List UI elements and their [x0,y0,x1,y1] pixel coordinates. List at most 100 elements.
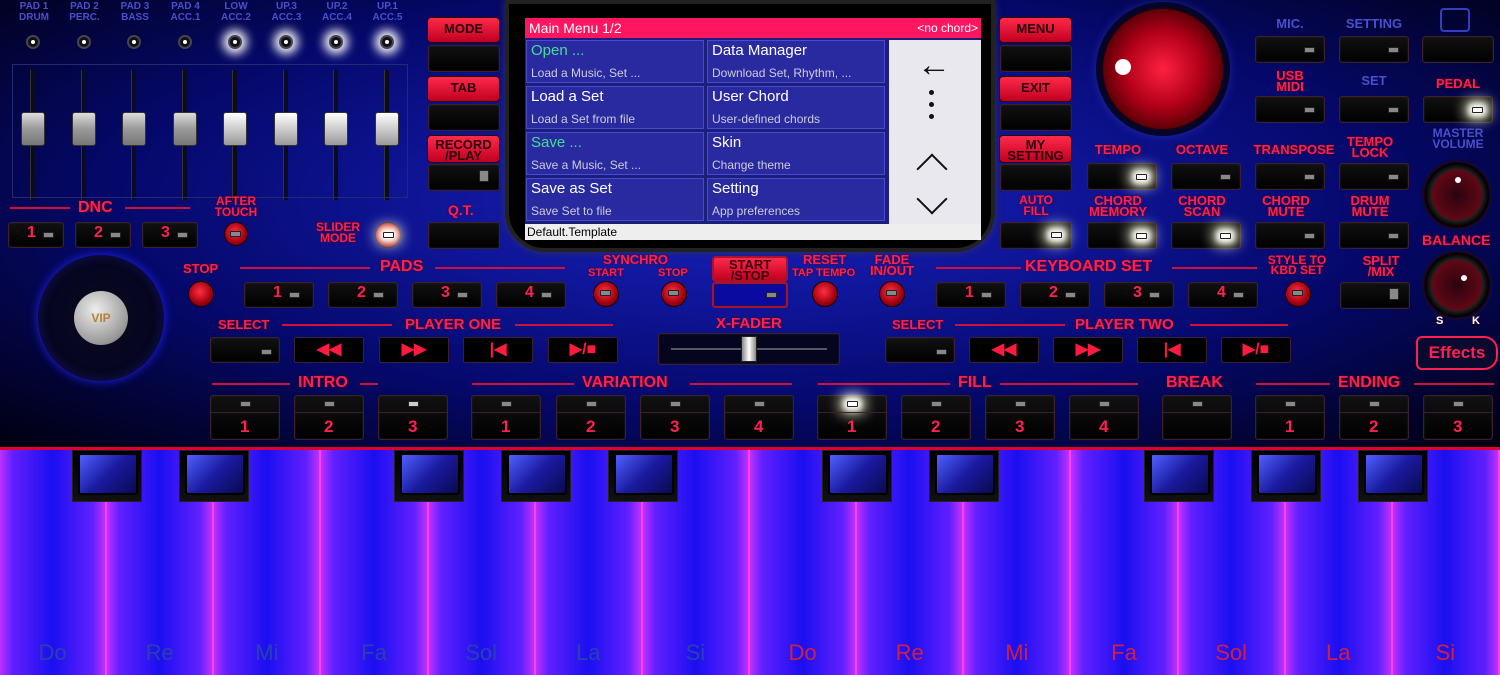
player-two-prev-button[interactable]: |◀ [1137,337,1207,363]
row3-button[interactable] [1087,163,1157,190]
more-icon[interactable] [929,90,935,122]
mixer-channel-led-button[interactable] [379,35,394,49]
mixer-channel-led-button[interactable] [329,35,343,49]
balance-knob[interactable] [1424,252,1490,318]
ending-button[interactable]: 1 [1255,395,1325,440]
keyboard-set-button-2[interactable]: 2 [1020,282,1090,308]
variation-button[interactable]: 4 [724,395,794,440]
menu-item[interactable]: Skin Change theme [707,132,885,175]
fill-button[interactable]: 2 [901,395,971,440]
ending-button[interactable]: 2 [1339,395,1409,440]
exit-button[interactable]: EXIT [999,76,1072,102]
synchro-start-button[interactable] [593,281,619,307]
fade-button[interactable] [879,281,905,307]
pad-button-4[interactable]: 4 [496,282,566,308]
after-touch-toggle[interactable] [224,222,248,246]
player-two-select-button[interactable] [885,337,955,363]
chevron-up-icon[interactable] [916,153,948,185]
black-key[interactable] [607,450,678,502]
menu-button[interactable]: MENU [999,17,1072,43]
menu-item[interactable]: Setting App preferences [707,178,885,221]
qt-button[interactable] [428,222,500,249]
record-play-button[interactable]: RECORD /PLAY [427,135,500,163]
mode-button[interactable]: MODE [427,17,500,43]
row4-button[interactable] [1255,222,1325,249]
pad-button-3[interactable]: 3 [412,282,482,308]
row3-button[interactable] [1339,163,1409,190]
vip-logo-knob[interactable]: VIP [38,255,164,381]
back-arrow-icon[interactable]: ← [917,46,951,85]
row3-button[interactable] [1171,163,1241,190]
jog-wheel[interactable] [1102,8,1224,130]
reset-button[interactable] [812,281,838,307]
set-button[interactable] [1339,96,1409,123]
player-one-select-button[interactable] [210,337,280,363]
mixer-channel-led-button[interactable] [228,35,242,49]
dnc-button-1[interactable]: 1 [8,222,64,248]
ending-button[interactable]: 3 [1423,395,1493,440]
variation-button[interactable]: 2 [556,395,626,440]
menu-item[interactable]: Open ... Load a Music, Set ... [526,40,704,83]
player-one-prev-button[interactable]: |◀ [463,337,533,363]
mic-button[interactable] [1255,36,1325,63]
player-one-rewind-button[interactable]: ◀◀ [294,337,364,363]
black-key[interactable] [1143,450,1214,502]
keyboard-set-button-3[interactable]: 3 [1104,282,1174,308]
player-one-play-stop-button[interactable]: ▶/■ [548,337,618,363]
menu-item[interactable]: Load a Set Load a Set from file [526,86,704,129]
power-icon[interactable] [1440,8,1470,32]
black-key[interactable] [179,450,250,502]
variation-button[interactable]: 3 [640,395,710,440]
player-two-play-stop-button[interactable]: ▶/■ [1221,337,1291,363]
slider-mode-toggle[interactable] [375,222,401,248]
menu-item[interactable]: Save ... Save a Music, Set ... [526,132,704,175]
tab-button[interactable]: TAB [427,76,500,102]
pedal-button[interactable] [1423,96,1493,123]
black-key[interactable] [1357,450,1428,502]
variation-button[interactable]: 1 [471,395,541,440]
row4-button[interactable] [1171,222,1241,249]
row3-button[interactable] [1255,163,1325,190]
xfader-track[interactable] [658,333,840,365]
mixer-channel-led-button[interactable] [278,35,293,49]
mixer-channel-led-button[interactable] [127,35,141,49]
black-key[interactable] [500,450,571,502]
chevron-down-icon[interactable] [916,183,948,215]
menu-item[interactable]: Save as Set Save Set to file [526,178,704,221]
my-setting-button[interactable]: MY SETTING [999,135,1072,163]
menu-item[interactable]: User Chord User-defined chords [707,86,885,129]
usb-midi-button[interactable] [1255,96,1325,123]
dnc-button-2[interactable]: 2 [75,222,131,248]
auto-fill-button[interactable] [1000,222,1072,249]
player-two-rewind-button[interactable]: ◀◀ [969,337,1039,363]
break-button[interactable] [1162,395,1232,440]
synchro-stop-button[interactable] [661,281,687,307]
start-stop-button[interactable] [712,282,788,308]
setting-button[interactable] [1339,36,1409,63]
power-button[interactable] [1422,36,1494,63]
mixer-channel-led-button[interactable] [26,35,40,49]
fill-button[interactable]: 1 [817,395,887,440]
keyboard-set-button-1[interactable]: 1 [936,282,1006,308]
pads-stop-button[interactable] [188,281,214,307]
intro-button[interactable]: 3 [378,395,448,440]
black-key[interactable] [393,450,464,502]
black-key[interactable] [72,450,143,502]
pad-button-2[interactable]: 2 [328,282,398,308]
master-volume-knob[interactable] [1424,162,1490,228]
player-one-forward-button[interactable]: ▶▶ [379,337,449,363]
fill-button[interactable]: 4 [1069,395,1139,440]
black-key[interactable] [1250,450,1321,502]
mixer-channel-led-button[interactable] [177,35,192,49]
pad-button-1[interactable]: 1 [244,282,314,308]
menu-item[interactable]: Data Manager Download Set, Rhythm, ... [707,40,885,83]
style-to-kbd-button[interactable] [1285,281,1311,307]
keyboard-set-button-4[interactable]: 4 [1188,282,1258,308]
mixer-channel-led-button[interactable] [76,35,91,49]
intro-button[interactable]: 1 [210,395,280,440]
black-key[interactable] [929,450,1000,502]
dnc-button-3[interactable]: 3 [142,222,198,248]
black-key[interactable] [822,450,893,502]
intro-button[interactable]: 2 [294,395,364,440]
xfader-thumb[interactable] [741,336,757,362]
